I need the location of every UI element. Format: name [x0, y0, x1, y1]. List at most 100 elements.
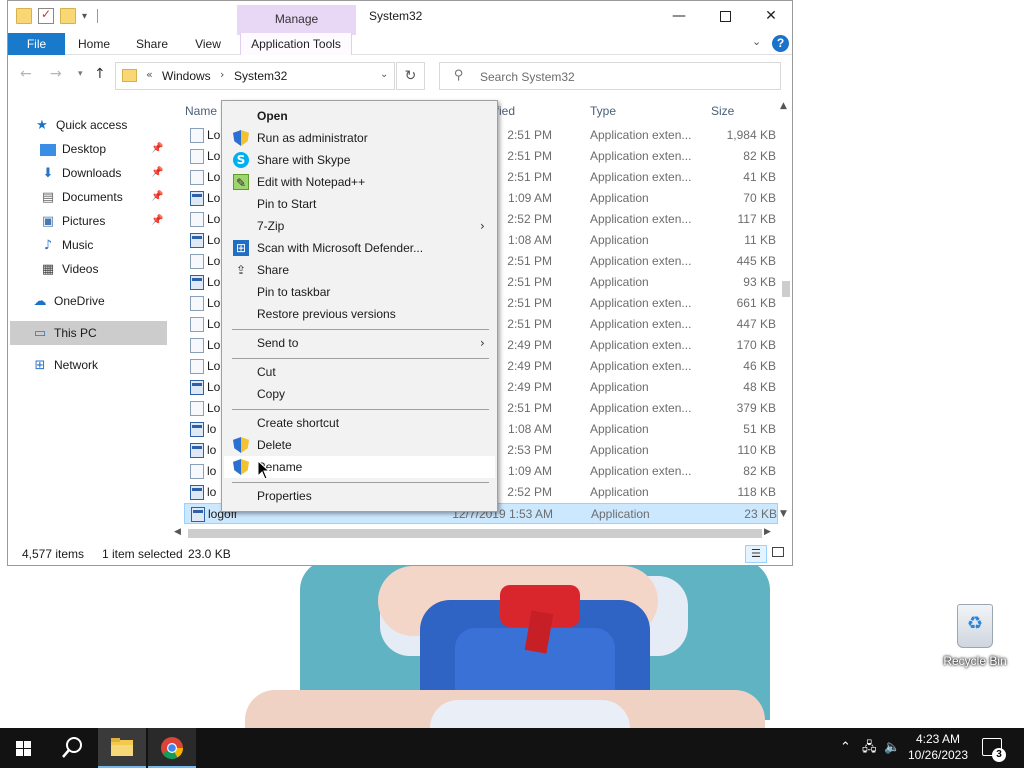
nav-desktop[interactable]: Desktop [40, 137, 106, 161]
submenu-arrow-icon: › [480, 219, 485, 233]
network-icon: ⊞ [34, 357, 46, 373]
pin-icon[interactable]: 📌 [151, 191, 163, 202]
recent-locations-icon[interactable]: ▾ [78, 69, 83, 79]
defender-icon: ⊞ [233, 240, 249, 256]
scroll-left-icon[interactable]: ◀ [174, 527, 181, 537]
pin-icon[interactable]: 📌 [151, 143, 163, 154]
file-size: 82 KB [743, 149, 776, 163]
vertical-scrollbar[interactable]: ▲ ▼ [779, 99, 793, 525]
start-button[interactable] [0, 728, 48, 768]
clock-time: 4:23 AM [915, 732, 961, 746]
forward-button[interactable]: → [50, 66, 62, 82]
nav-documents[interactable]: ▤ Documents [40, 185, 123, 209]
nav-onedrive[interactable]: ☁ OneDrive [32, 289, 105, 313]
file-type: Application exten... [590, 254, 692, 268]
minimize-icon: — [672, 8, 686, 24]
menu-item-delete[interactable]: Delete [224, 434, 495, 456]
breadcrumb-windows[interactable]: Windows [162, 69, 211, 83]
scroll-down-icon[interactable]: ▼ [780, 509, 787, 519]
menu-item-pin-to-taskbar[interactable]: Pin to taskbar [224, 281, 495, 303]
pin-icon[interactable]: 📌 [151, 215, 163, 226]
refresh-button[interactable]: ↻ [396, 62, 425, 90]
star-icon: ★ [36, 117, 48, 133]
expand-ribbon-icon[interactable]: ⌄ [752, 35, 761, 48]
download-icon: ⬇ [42, 165, 54, 181]
menu-item-properties[interactable]: Properties [224, 485, 495, 507]
pin-icon[interactable]: 📌 [151, 167, 163, 178]
search-box[interactable]: ⚲ Search System32 [439, 62, 781, 90]
menu-label: Delete [257, 438, 292, 452]
customize-toolbar-icon[interactable]: ▾ [82, 11, 87, 22]
menu-item-pin-to-start[interactable]: Pin to Start [224, 193, 495, 215]
taskbar-file-explorer[interactable] [98, 728, 146, 768]
help-icon[interactable]: ? [772, 35, 789, 52]
nav-music[interactable]: ♪ Music [40, 233, 94, 257]
scroll-thumb[interactable] [782, 281, 790, 297]
close-icon: ✕ [765, 8, 777, 24]
network-status-icon[interactable]: 🖧 [862, 728, 877, 768]
volume-icon[interactable]: 🔈 [884, 728, 900, 768]
column-header-type[interactable]: Type [590, 101, 616, 121]
nav-label: Pictures [62, 214, 106, 228]
desktop-icon [40, 143, 56, 156]
menu-separator [232, 358, 489, 359]
tab-home[interactable]: Home [72, 33, 116, 55]
taskbar-search-button[interactable] [48, 728, 96, 768]
close-button[interactable]: ✕ [748, 1, 794, 31]
notification-count-badge: 3 [992, 748, 1006, 762]
item-count: 4,577 items [22, 547, 85, 561]
minimize-button[interactable]: — [656, 1, 702, 31]
menu-item-7zip[interactable]: 7-Zip › [224, 215, 495, 237]
large-icons-view-button[interactable] [772, 547, 784, 557]
taskbar-chrome[interactable] [148, 728, 196, 768]
scroll-right-icon[interactable]: ▶ [764, 527, 771, 537]
scroll-thumb[interactable] [188, 529, 762, 538]
menu-separator [232, 409, 489, 410]
menu-item-cut[interactable]: Cut [224, 361, 495, 383]
up-button[interactable]: ↑ [94, 66, 106, 82]
nav-quick-access[interactable]: ★ Quick access [34, 113, 127, 137]
file-type: Application [590, 233, 649, 247]
menu-item-share-with-skype[interactable]: S Share with Skype [224, 149, 495, 171]
clock[interactable]: 4:23 AM 10/26/2023 [906, 731, 970, 763]
selection-count: 1 item selected [102, 547, 183, 561]
menu-item-send-to[interactable]: Send to › [224, 332, 495, 354]
file-size: 23 KB [744, 507, 777, 521]
menu-item-open[interactable]: Open [224, 105, 495, 127]
show-hidden-icons-icon[interactable]: ⌃ [840, 728, 851, 768]
back-button[interactable]: ← [20, 66, 32, 82]
nav-downloads[interactable]: ⬇ Downloads [40, 161, 122, 185]
nav-pictures[interactable]: ▣ Pictures [40, 209, 106, 233]
tab-file[interactable]: File [8, 33, 65, 55]
menu-item-restore-previous-versions[interactable]: Restore previous versions [224, 303, 495, 325]
menu-item-edit-with-notepadpp[interactable]: ✎ Edit with Notepad++ [224, 171, 495, 193]
horizontal-scrollbar[interactable]: ◀ ▶ [168, 525, 778, 542]
picture-icon: ▣ [41, 213, 55, 229]
address-bar[interactable]: « Windows › System32 ⌄ [115, 62, 395, 90]
tab-application-tools[interactable]: Application Tools [240, 33, 352, 55]
address-dropdown-icon[interactable]: ⌄ [380, 69, 388, 80]
recycle-bin-shortcut[interactable]: Recycle Bin [942, 600, 1008, 668]
menu-item-run-as-administrator[interactable]: Run as administrator [224, 127, 495, 149]
menu-item-share[interactable]: ⇪ Share [224, 259, 495, 281]
nav-videos[interactable]: ▦ Videos [40, 257, 99, 281]
menu-item-copy[interactable]: Copy [224, 383, 495, 405]
details-view-button[interactable] [745, 545, 767, 563]
column-header-size[interactable]: Size [711, 101, 734, 121]
file-type: Application exten... [590, 464, 692, 478]
menu-item-create-shortcut[interactable]: Create shortcut [224, 412, 495, 434]
scroll-up-icon[interactable]: ▲ [780, 101, 787, 111]
nav-this-pc[interactable]: ▭ This PC [10, 321, 167, 345]
column-header-name[interactable]: Name [185, 101, 217, 121]
properties-icon[interactable] [38, 7, 54, 24]
tab-share[interactable]: Share [132, 33, 172, 55]
nav-network[interactable]: ⊞ Network [32, 353, 98, 377]
tab-view[interactable]: View [190, 33, 226, 55]
breadcrumb-separator[interactable]: › [220, 68, 224, 81]
breadcrumb-overflow[interactable]: « [146, 68, 153, 81]
breadcrumb-system32[interactable]: System32 [234, 69, 287, 83]
maximize-button[interactable] [702, 1, 748, 31]
menu-item-scan-with-defender[interactable]: ⊞ Scan with Microsoft Defender... [224, 237, 495, 259]
shield-icon [233, 130, 249, 146]
new-folder-icon[interactable] [60, 8, 76, 24]
